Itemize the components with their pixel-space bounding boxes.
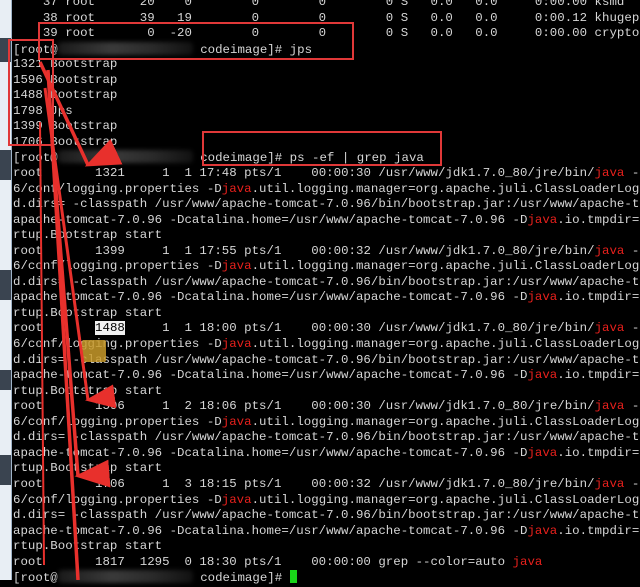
ps-continuation: d.dirs= -classpath /usr/www/apache-tomca… bbox=[13, 197, 640, 212]
grep-match: java bbox=[221, 337, 252, 352]
ps-pid: 1488 bbox=[95, 321, 125, 336]
redacted-hostname bbox=[57, 570, 193, 584]
ps-row: root 1488 1 1 18:00 pts/1 00:00:30 /usr/… bbox=[13, 321, 640, 336]
jps-row: 1596 Bootstrap bbox=[13, 72, 118, 87]
ps-pid: 1706 bbox=[95, 476, 125, 491]
prompt-command: codeimage]# ps -ef | grep java bbox=[192, 151, 424, 166]
prompt-command: codeimage]# jps bbox=[192, 42, 313, 57]
ps-continuation: rtup.Bootstrap start bbox=[13, 461, 163, 476]
edge-segment bbox=[0, 38, 11, 62]
jps-pid: 1706 bbox=[13, 134, 43, 149]
prompt-user: [root@ bbox=[13, 42, 58, 57]
edge-segment bbox=[0, 455, 11, 485]
ps-continuation: 6/conf/logging.properties -Djava.util.lo… bbox=[13, 414, 640, 429]
jps-row: 1706 Bootstrap bbox=[13, 134, 118, 149]
grep-match: java bbox=[594, 321, 625, 336]
grep-match: java bbox=[594, 166, 625, 181]
ps-row: root 1399 1 1 17:55 pts/1 00:00:32 /usr/… bbox=[13, 243, 640, 258]
ps-continuation: 6/conf/logging.properties -Djava.util.lo… bbox=[13, 337, 640, 352]
jps-row: 1488 Bootstrap bbox=[13, 88, 118, 103]
jps-pid: 1321 bbox=[13, 57, 43, 72]
sticky-note-icon bbox=[82, 340, 106, 362]
prompt-line: [root@ codeimage]# jps bbox=[13, 41, 640, 58]
ps-continuation: rtup.Bootstrap start bbox=[13, 305, 163, 320]
jps-pid: 1596 bbox=[13, 72, 43, 87]
prompt-user: [root@ bbox=[13, 151, 58, 166]
ps-continuation: d.dirs= -classpath /usr/www/apache-tomca… bbox=[13, 274, 640, 289]
ps-row: root 1321 1 1 17:48 pts/1 00:00:30 /usr/… bbox=[13, 166, 640, 181]
jps-row: 1399 Bootstrap bbox=[13, 119, 118, 134]
terminal-cursor[interactable] bbox=[289, 570, 297, 584]
grep-match: java bbox=[221, 181, 252, 196]
ps-continuation: 6/conf/logging.properties -Djava.util.lo… bbox=[13, 492, 640, 507]
ps-continuation: rtup.Bootstrap start bbox=[13, 383, 163, 398]
ps-row: root 1706 1 3 18:15 pts/1 00:00:32 /usr/… bbox=[13, 476, 640, 491]
grep-match: java bbox=[221, 492, 252, 507]
prompt-line: [root@ codeimage]# ps -ef | grep java bbox=[13, 150, 640, 166]
grep-match: java bbox=[527, 523, 558, 538]
top-process-row: 39 root 0 -20 0 0 0 S 0.0 0.0 0:00.00 cr… bbox=[13, 26, 640, 41]
ps-pid: 1399 bbox=[95, 243, 125, 258]
ps-continuation: apache-tomcat-7.0.96 -Dcatalina.home=/us… bbox=[13, 368, 640, 383]
grep-match: java bbox=[594, 476, 625, 491]
ps-continuation: apache-tomcat-7.0.96 -Dcatalina.home=/us… bbox=[13, 445, 640, 460]
ps-continuation: 6/conf/logging.properties -Djava.util.lo… bbox=[13, 259, 640, 274]
prompt-command: codeimage]# bbox=[192, 571, 290, 586]
ps-continuation: apache-tomcat-7.0.96 -Dcatalina.home=/us… bbox=[13, 290, 640, 305]
ps-row-grep: root 1817 1295 0 18:30 pts/1 00:00:00 gr… bbox=[13, 554, 543, 569]
jps-pid: 1488 bbox=[13, 88, 43, 103]
ps-continuation: d.dirs= -classpath /usr/www/apache-tomca… bbox=[13, 508, 640, 523]
redacted-hostname bbox=[57, 41, 193, 55]
terminal-output[interactable]: 37 root 20 0 0 0 0 S 0.0 0.0 0:00.00 ksm… bbox=[13, 0, 640, 585]
ps-continuation: d.dirs= -classpath /usr/www/apache-tomca… bbox=[13, 352, 640, 367]
ps-continuation: 6/conf/logging.properties -Djava.util.lo… bbox=[13, 181, 640, 196]
edge-segment bbox=[0, 370, 11, 390]
grep-match: java bbox=[527, 445, 558, 460]
ps-row: root 1596 1 2 18:06 pts/1 00:00:30 /usr/… bbox=[13, 399, 640, 414]
ps-continuation: rtup.Bootstrap start bbox=[13, 539, 163, 554]
ps-continuation: rtup.Bootstrap start bbox=[13, 228, 163, 243]
ps-pid: 1596 bbox=[95, 399, 125, 414]
top-process-row: 37 root 20 0 0 0 0 S 0.0 0.0 0:00.00 ksm… bbox=[13, 0, 625, 9]
grep-match: java bbox=[594, 243, 625, 258]
grep-match: java bbox=[512, 554, 543, 569]
redacted-hostname bbox=[57, 150, 193, 164]
grep-match: java bbox=[527, 290, 558, 305]
jps-pid: 1798 bbox=[13, 103, 43, 118]
jps-row: 1321 Bootstrap bbox=[13, 57, 118, 72]
ps-continuation: d.dirs= -classpath /usr/www/apache-tomca… bbox=[13, 430, 640, 445]
ps-continuation: apache-tomcat-7.0.96 -Dcatalina.home=/us… bbox=[13, 523, 640, 538]
grep-match: java bbox=[221, 414, 252, 429]
edge-segment bbox=[0, 270, 11, 300]
ps-pid: 1321 bbox=[95, 166, 125, 181]
ps-continuation: apache-tomcat-7.0.96 -Dcatalina.home=/us… bbox=[13, 212, 640, 227]
edge-segment bbox=[0, 150, 11, 180]
jps-row: 1798 Jps bbox=[13, 103, 73, 118]
top-process-row: 38 root 39 19 0 0 0 S 0.0 0.0 0:00.12 kh… bbox=[13, 10, 640, 25]
grep-match: java bbox=[527, 212, 558, 227]
jps-pid: 1399 bbox=[13, 119, 43, 134]
grep-match: java bbox=[221, 259, 252, 274]
left-window-edge bbox=[0, 0, 12, 580]
grep-match: java bbox=[527, 368, 558, 383]
prompt-line: [root@ codeimage]# bbox=[13, 570, 640, 586]
grep-match: java bbox=[594, 399, 625, 414]
prompt-user: [root@ bbox=[13, 571, 58, 586]
